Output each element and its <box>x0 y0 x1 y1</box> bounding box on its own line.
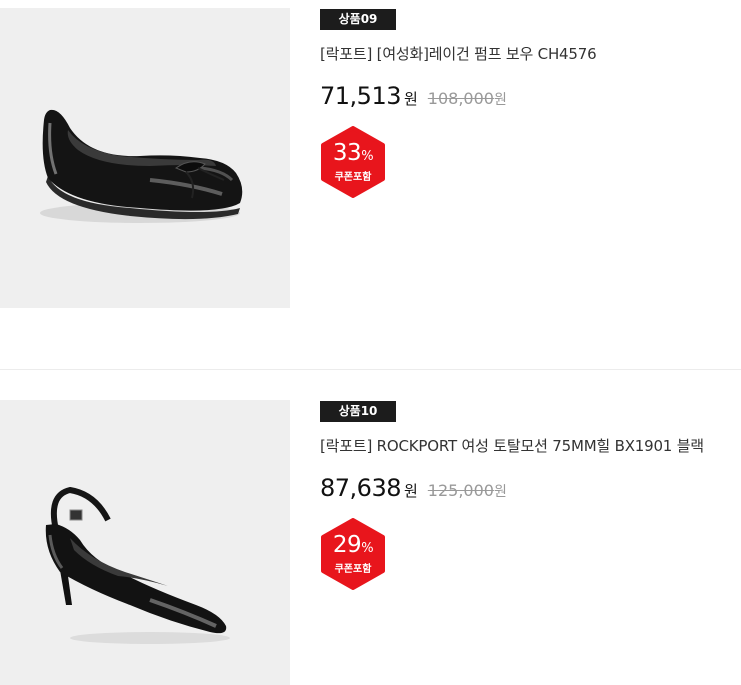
sale-price-unit: 원 <box>403 482 418 500</box>
discount-value: 33 <box>332 140 362 166</box>
coupon-label: 쿠폰포함 <box>334 564 372 575</box>
price-row: 87,638 원 125,000원 <box>320 474 741 504</box>
product-info: 상품09 [락포트] [여성화]레이건 펌프 보우 CH4576 71,513 원… <box>320 8 741 198</box>
discount-percent: 29% <box>320 532 386 562</box>
sale-price: 87,638 <box>320 474 401 502</box>
discount-percent: 33% <box>320 140 386 170</box>
percent-symbol: % <box>361 149 374 164</box>
product-card: 상품10 [락포트] ROCKPORT 여성 토탈모션 75MM힐 BX1901… <box>0 371 741 685</box>
product-title[interactable]: [락포트] ROCKPORT 여성 토탈모션 75MM힐 BX1901 블랙 <box>320 435 741 456</box>
discount-value: 29 <box>332 532 362 558</box>
sale-price: 71,513 <box>320 82 401 110</box>
product-title[interactable]: [락포트] [여성화]레이건 펌프 보우 CH4576 <box>320 43 741 64</box>
product-number-badge: 상품09 <box>320 9 396 30</box>
product-number-badge: 상품10 <box>320 401 396 422</box>
percent-symbol: % <box>361 541 374 556</box>
original-price: 108,000 <box>427 89 494 108</box>
product-card: 상품09 [락포트] [여성화]레이건 펌프 보우 CH4576 71,513 원… <box>0 0 741 370</box>
original-price: 125,000 <box>427 481 494 500</box>
coupon-label: 쿠폰포함 <box>334 172 372 183</box>
discount-badge: 29% 쿠폰포함 <box>320 518 386 590</box>
sale-price-unit: 원 <box>403 90 418 108</box>
product-image[interactable] <box>0 400 290 685</box>
slingback-heel-image <box>0 400 290 685</box>
price-row: 71,513 원 108,000원 <box>320 82 741 112</box>
original-price-unit: 원 <box>493 484 507 500</box>
product-image[interactable] <box>0 8 290 308</box>
original-price-unit: 원 <box>493 92 507 108</box>
discount-badge: 33% 쿠폰포함 <box>320 126 386 198</box>
product-info: 상품10 [락포트] ROCKPORT 여성 토탈모션 75MM힐 BX1901… <box>320 400 741 590</box>
ballet-flat-image <box>0 8 290 308</box>
divider <box>0 369 741 370</box>
